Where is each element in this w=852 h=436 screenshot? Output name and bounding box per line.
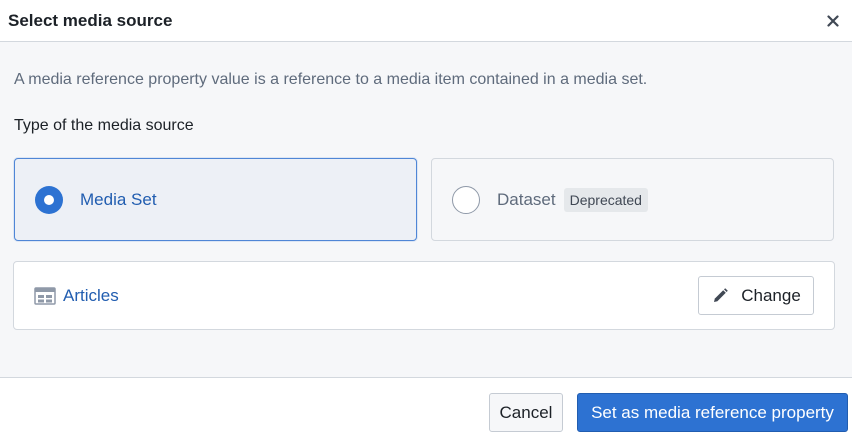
cancel-button[interactable]: Cancel (489, 393, 563, 432)
select-media-source-dialog: Select media source A media reference pr… (0, 0, 852, 436)
radio-dataset[interactable] (452, 185, 480, 214)
resource-name: Articles (63, 285, 119, 305)
deprecated-tag: Deprecated (563, 187, 648, 212)
dialog-title: Select media source (8, 10, 173, 30)
media-source-type-label: Type of the media source (14, 117, 194, 134)
dialog-description: A media reference property value is a re… (14, 71, 648, 88)
option-dataset-label: Dataset (497, 189, 556, 209)
change-button-label: Change (741, 285, 801, 305)
option-media-set-label: Media Set (80, 189, 157, 209)
dialog-header: Select media source (0, 0, 852, 42)
option-dataset[interactable]: Dataset Deprecated (431, 158, 834, 241)
table-icon (34, 286, 56, 305)
option-media-set[interactable]: Media Set (14, 158, 417, 241)
radio-dot (44, 194, 54, 205)
close-icon (827, 14, 839, 27)
dialog-footer: Cancel Set as media reference property (0, 377, 852, 436)
set-as-media-reference-button[interactable]: Set as media reference property (577, 393, 848, 432)
selected-resource-card: Articles Change (13, 261, 835, 330)
resource-link[interactable]: Articles (34, 286, 119, 306)
close-button[interactable] (823, 11, 843, 31)
pencil-icon (711, 287, 729, 305)
dialog-body: A media reference property value is a re… (0, 43, 852, 377)
change-button[interactable]: Change (698, 276, 814, 315)
radio-media-set[interactable] (35, 185, 63, 214)
